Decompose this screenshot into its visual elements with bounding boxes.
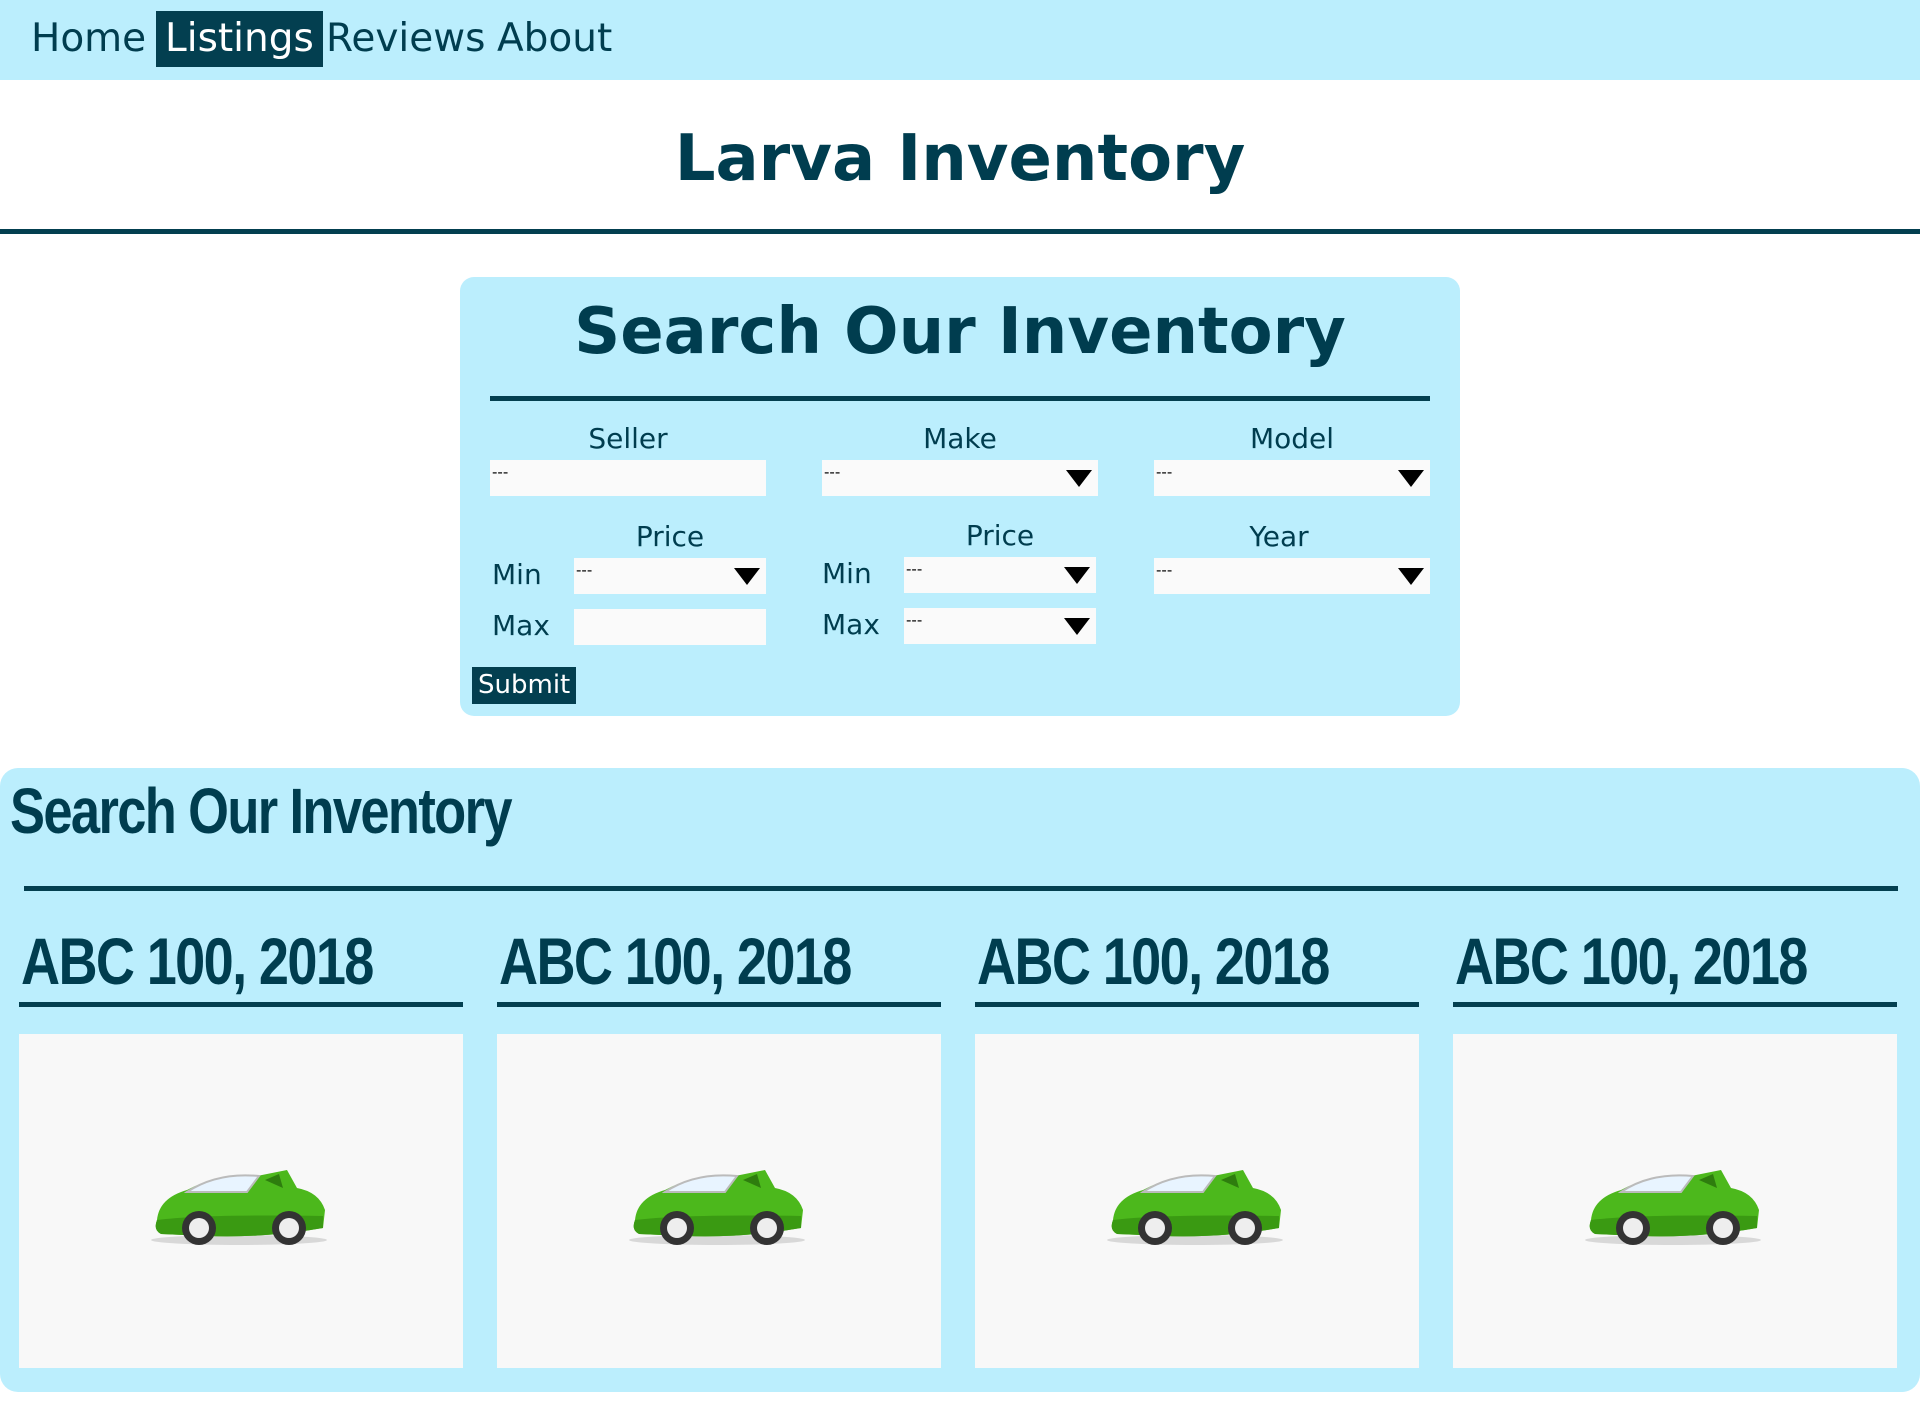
nav-home[interactable]: Home	[22, 11, 155, 67]
seller-input[interactable]: ---	[490, 460, 766, 496]
listing-image[interactable]	[1453, 1034, 1897, 1368]
title-divider	[0, 229, 1920, 234]
price2-min-select[interactable]: ---	[904, 557, 1096, 593]
listing-divider	[19, 1002, 463, 1007]
price-label: Price	[635, 520, 705, 553]
listing-title[interactable]: ABC 100, 2018	[1455, 918, 1808, 1004]
nav-listings[interactable]: Listings	[156, 11, 323, 67]
price2-max-value: ---	[906, 611, 923, 629]
price-min-value: ---	[576, 561, 593, 579]
results-section: Search Our Inventory ABC 100, 2018 ABC 1…	[0, 768, 1920, 1392]
price-max-input[interactable]	[574, 609, 766, 645]
listing-image[interactable]	[975, 1034, 1419, 1368]
listing-divider	[497, 1002, 941, 1007]
year-select[interactable]: ---	[1154, 558, 1430, 594]
price2-min-label: Min	[822, 557, 872, 590]
listing-title[interactable]: ABC 100, 2018	[499, 918, 852, 1004]
green-car-icon	[1585, 1170, 1761, 1245]
price-min-select[interactable]: ---	[574, 558, 766, 594]
page-title: Larva Inventory	[674, 122, 1246, 196]
chevron-down-icon	[734, 568, 760, 585]
search-form: Search Our Inventory Seller Make Model -…	[460, 277, 1460, 716]
listing-card[interactable]: ABC 100, 2018	[19, 918, 463, 1378]
model-value: ---	[1156, 463, 1173, 481]
search-title: Search Our Inventory	[574, 295, 1346, 369]
price2-max-label: Max	[822, 608, 880, 641]
listing-divider	[1453, 1002, 1897, 1007]
make-select[interactable]: ---	[822, 460, 1098, 496]
chevron-down-icon	[1398, 568, 1424, 585]
price-max-label: Max	[492, 609, 550, 642]
model-label: Model	[1249, 422, 1335, 455]
price-label-2: Price	[965, 519, 1035, 552]
price2-min-value: ---	[906, 560, 923, 578]
year-value: ---	[1156, 561, 1173, 579]
make-label: Make	[923, 422, 997, 455]
results-title: Search Our Inventory	[10, 775, 513, 847]
results-divider	[24, 886, 1898, 891]
year-label: Year	[1249, 520, 1309, 553]
listing-card[interactable]: ABC 100, 2018	[497, 918, 941, 1378]
listing-title[interactable]: ABC 100, 2018	[21, 918, 374, 1004]
seller-value: ---	[492, 463, 509, 481]
search-divider	[490, 396, 1430, 401]
chevron-down-icon	[1066, 470, 1092, 487]
nav-about[interactable]: About	[488, 11, 621, 67]
green-car-icon	[629, 1170, 805, 1245]
green-car-icon	[151, 1170, 327, 1245]
listing-title[interactable]: ABC 100, 2018	[977, 918, 1330, 1004]
top-nav: Home Listings Reviews About	[0, 0, 1920, 80]
listing-image[interactable]	[497, 1034, 941, 1368]
model-select[interactable]: ---	[1154, 460, 1430, 496]
submit-button[interactable]: Submit	[472, 667, 577, 704]
listing-divider	[975, 1002, 1419, 1007]
chevron-down-icon	[1398, 470, 1424, 487]
nav-reviews[interactable]: Reviews	[317, 11, 494, 67]
price2-max-select[interactable]: ---	[904, 608, 1096, 644]
listing-image[interactable]	[19, 1034, 463, 1368]
chevron-down-icon	[1064, 618, 1090, 635]
chevron-down-icon	[1064, 567, 1090, 584]
price-min-label: Min	[492, 558, 542, 591]
listing-card[interactable]: ABC 100, 2018	[1453, 918, 1897, 1378]
make-value: ---	[824, 463, 841, 481]
seller-label: Seller	[588, 422, 668, 455]
green-car-icon	[1107, 1170, 1283, 1245]
listing-card[interactable]: ABC 100, 2018	[975, 918, 1419, 1378]
